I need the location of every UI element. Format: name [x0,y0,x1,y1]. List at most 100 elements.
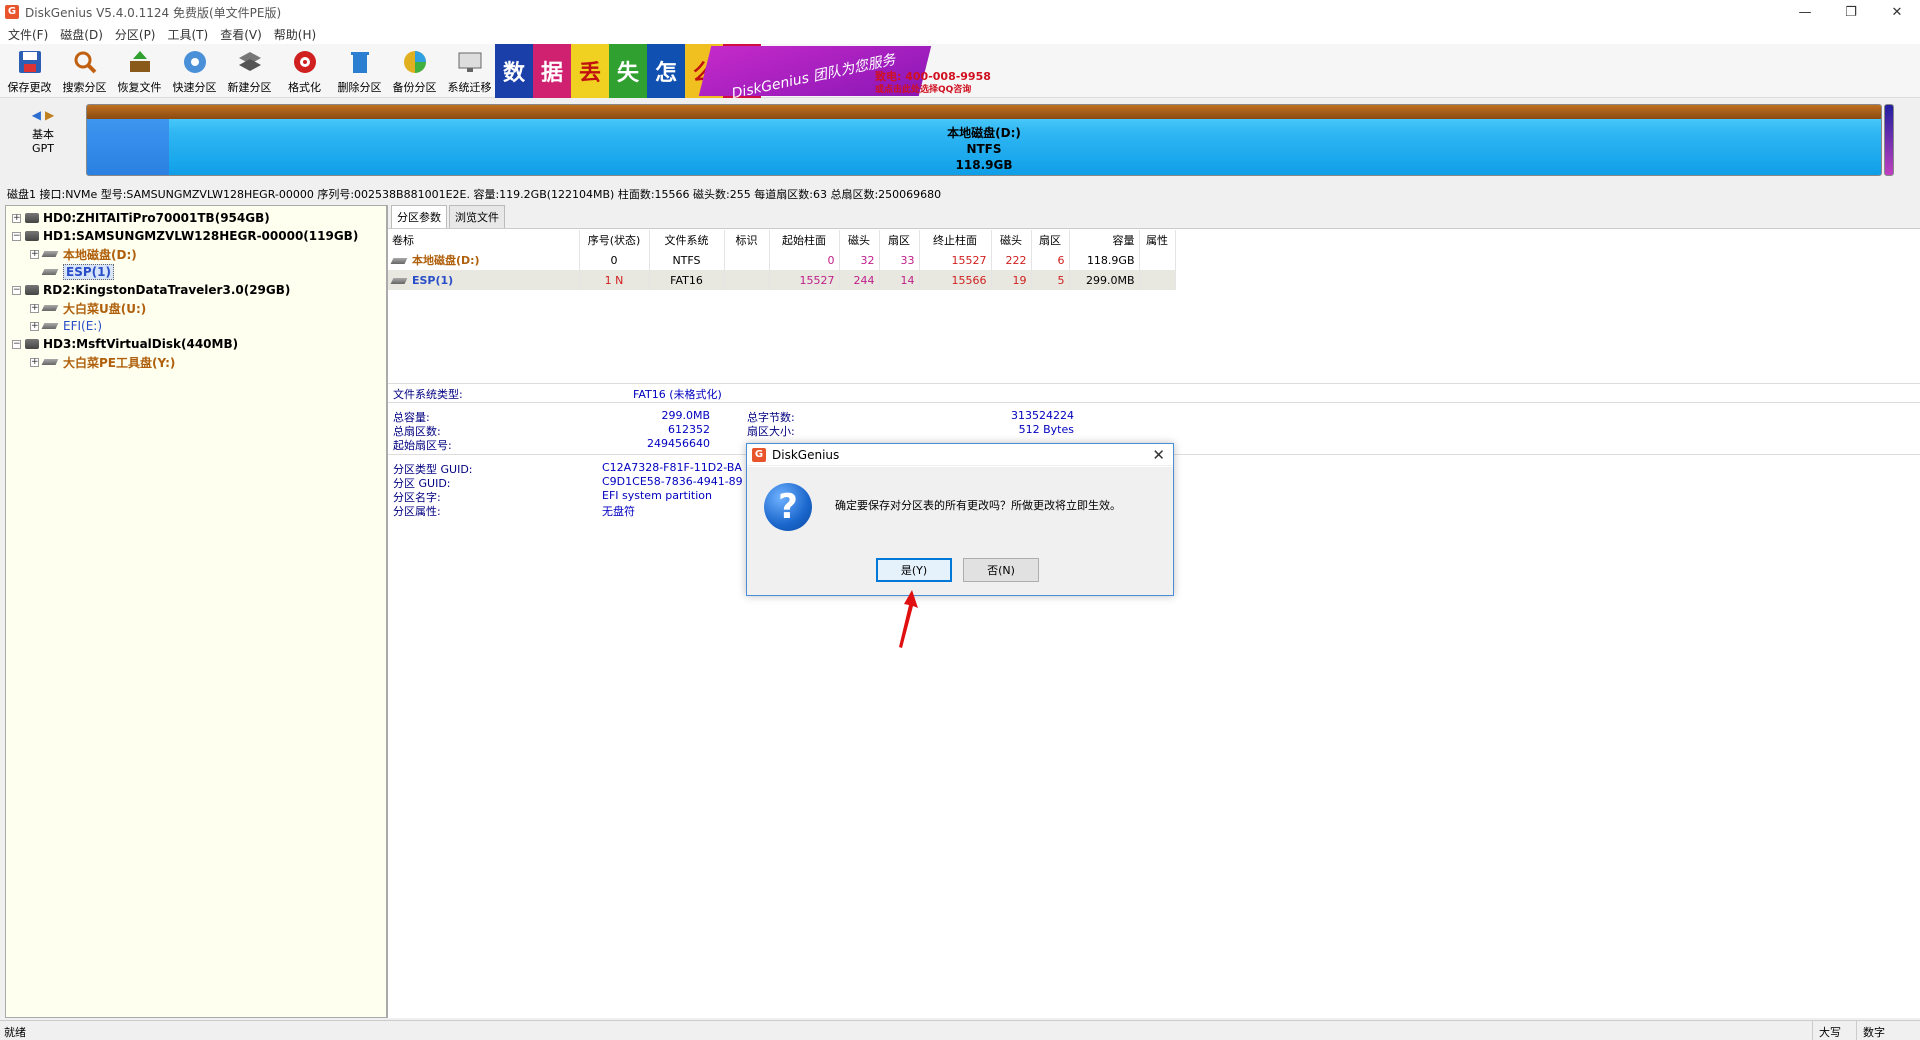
recover-files-button[interactable]: 恢复文件 [112,44,167,98]
col-capacity[interactable]: 容量 [1069,230,1140,250]
title-bar: G DiskGenius V5.4.0.1124 免费版(单文件PE版) — ❐… [0,0,1920,24]
collapse-icon[interactable]: − [12,285,21,295]
partition-bar-size: 118.9GB [955,158,1013,172]
col-start-sector[interactable]: 扇区 [879,230,920,250]
format-button[interactable]: 格式化 [277,44,332,98]
menu-partition[interactable]: 分区(P) [109,26,162,43]
tab-browse-files[interactable]: 浏览文件 [449,205,505,228]
search-partition-button[interactable]: 搜索分区 [57,44,112,98]
dialog-footer: 是(Y) 否(N) [747,547,1173,595]
tree-node-hd0[interactable]: + HD0:ZHITAITiPro70001TB(954GB) [6,209,386,227]
system-migration-button[interactable]: 系统迁移 [442,44,497,98]
table-row[interactable]: 本地磁盘(D:) 0 NTFS 0 32 33 15527 222 6 118.… [388,250,1176,270]
partition-icon [41,269,59,275]
collapse-icon[interactable]: − [12,339,21,349]
row-index: 1 N [579,270,650,290]
no-button[interactable]: 否(N) [963,558,1039,582]
partition-guid-value: C9D1CE58-7836-4941-89 [602,475,743,488]
start-sector-label: 起始扇区号: [393,439,452,452]
menu-help[interactable]: 帮助(H) [268,26,322,43]
quick-partition-icon [180,47,210,77]
app-icon: G [752,447,766,462]
col-start-head[interactable]: 磁头 [839,230,880,250]
menu-view[interactable]: 查看(V) [214,26,268,43]
total-sectors-value: 612352 [668,423,710,436]
disk-info-line: 磁盘1 接口:NVMe 型号:SAMSUNGMZVLW128HEGR-00000… [7,188,942,201]
partition-bar-fs: NTFS [966,142,1002,156]
banner-char: 数 [495,44,533,98]
tree-node-hd3[interactable]: − HD3:MsftVirtualDisk(440MB) [6,335,386,353]
dialog-titlebar: G DiskGenius ✕ [747,444,1173,466]
partition-bar-d[interactable]: 本地磁盘(D:) NTFS 118.9GB [86,104,1882,176]
delete-partition-button[interactable]: 删除分区 [332,44,387,98]
row-capacity: 299.0MB [1069,270,1140,290]
fs-type-label: 文件系统类型: [393,388,463,401]
new-partition-icon [235,47,265,77]
col-attr[interactable]: 属性 [1139,230,1176,250]
format-icon [290,47,320,77]
partition-icon [390,258,408,264]
confirm-dialog: G DiskGenius ✕ ? 确定要保存对分区表的所有更改吗？所做更改将立即… [746,443,1174,596]
status-bar: 就绪 大写 数字 [0,1020,1920,1040]
tree-node-hd1-d[interactable]: + 本地磁盘(D:) [6,245,386,263]
tree-node-hd1[interactable]: − HD1:SAMSUNGMZVLW128HEGR-00000(119GB) [6,227,386,245]
expand-icon[interactable]: + [30,321,39,331]
prev-disk-arrow-icon[interactable]: ◀ [32,108,41,122]
save-changes-button[interactable]: 保存更改 [2,44,57,98]
row-end-sector: 6 [1031,250,1070,270]
tree-node-rd2-u[interactable]: + 大白菜U盘(U:) [6,299,386,317]
close-window-button[interactable]: ✕ [1874,0,1920,24]
tab-bar: 分区参数 浏览文件 [388,205,1920,229]
banner-char: 据 [533,44,571,98]
menu-file[interactable]: 文件(F) [2,26,54,43]
table-row-selected[interactable]: ESP(1) 1 N FAT16 15527 244 14 15566 19 5… [388,270,1176,290]
minimize-button[interactable]: — [1782,0,1828,24]
app-icon: G [5,5,19,19]
table-header-row: 卷标 序号(状态) 文件系统 标识 起始柱面 磁头 扇区 终止柱面 磁头 扇区 … [388,230,1176,250]
col-start-cyl[interactable]: 起始柱面 [769,230,840,250]
row-fs: NTFS [649,250,725,270]
col-end-cyl[interactable]: 终止柱面 [919,230,992,250]
menu-disk[interactable]: 磁盘(D) [54,26,109,43]
row-start-head: 244 [839,270,880,290]
next-disk-arrow-icon[interactable]: ▶ [45,108,54,122]
backup-partition-button[interactable]: 备份分区 [387,44,442,98]
tab-partition-params[interactable]: 分区参数 [391,205,447,228]
row-id [724,270,770,290]
partition-icon [41,323,59,329]
menu-tools[interactable]: 工具(T) [162,26,215,43]
expand-icon[interactable]: + [30,249,39,259]
new-partition-button[interactable]: 新建分区 [222,44,277,98]
banner-qq: 或点击此处选择QQ咨询 [875,85,972,95]
partition-attr-label: 分区属性: [393,505,441,518]
total-capacity-value: 299.0MB [661,409,710,422]
row-start-head: 32 [839,250,880,270]
partition-bar-esp[interactable] [1884,104,1894,176]
collapse-icon[interactable]: − [12,231,21,241]
col-fs[interactable]: 文件系统 [649,230,725,250]
quick-partition-button[interactable]: 快速分区 [167,44,222,98]
col-end-head[interactable]: 磁头 [991,230,1032,250]
disk-icon [25,339,39,349]
col-end-sector[interactable]: 扇区 [1031,230,1070,250]
expand-icon[interactable]: + [12,213,21,223]
expand-icon[interactable]: + [30,303,39,313]
tree-node-hd3-y[interactable]: + 大白菜PE工具盘(Y:) [6,353,386,371]
window-title: DiskGenius V5.4.0.1124 免费版(单文件PE版) [25,5,282,20]
save-icon [15,47,45,77]
expand-icon[interactable]: + [30,357,39,367]
col-id[interactable]: 标识 [724,230,770,250]
col-index[interactable]: 序号(状态) [579,230,650,250]
dialog-close-button[interactable]: ✕ [1152,446,1165,464]
tree-node-rd2-efi[interactable]: + EFI(E:) [6,317,386,335]
row-end-cyl: 15566 [919,270,992,290]
promo-banner[interactable]: 数 据 丢 失 怎 么 办 DiskGenius 团队为您服务 致电: 400-… [495,44,995,102]
yes-button[interactable]: 是(Y) [876,558,952,582]
tree-node-hd1-esp[interactable]: ESP(1) [6,263,386,281]
partition-icon [41,359,59,365]
maximize-button[interactable]: ❐ [1828,0,1874,24]
tree-node-rd2[interactable]: − RD2:KingstonDataTraveler3.0(29GB) [6,281,386,299]
disk-tree: + HD0:ZHITAITiPro70001TB(954GB) − HD1:SA… [5,205,387,1018]
col-label[interactable]: 卷标 [388,230,580,250]
row-start-sector: 14 [879,270,920,290]
